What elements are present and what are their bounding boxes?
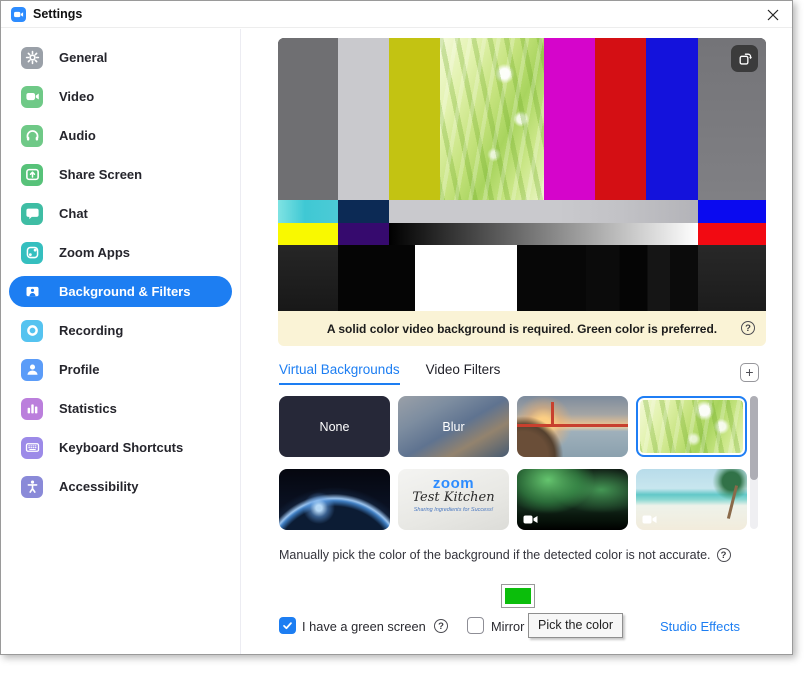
background-thumb-northern-lights[interactable] [517, 469, 628, 530]
sidebar-item-recording[interactable]: Recording [9, 315, 232, 346]
accessibility-icon [21, 475, 43, 498]
mirror-video-checkbox[interactable] [467, 617, 484, 634]
background-thumb-earth-from-space[interactable] [279, 469, 390, 530]
background-thumb-none[interactable]: None [279, 396, 390, 457]
background-thumb-golden-gate-bridge[interactable] [517, 396, 628, 457]
sidebar-item-label: Zoom Apps [59, 245, 131, 260]
sidebar-item-chat[interactable]: Chat [9, 198, 232, 229]
profile-icon [21, 358, 43, 381]
settings-window: Settings General Video Audio Share Scree… [0, 0, 793, 655]
sidebar-item-video[interactable]: Video [9, 81, 232, 112]
zoom-app-icon [11, 7, 26, 22]
pick-color-tooltip: Pick the color [528, 613, 624, 638]
sidebar-item-general[interactable]: General [9, 42, 232, 73]
background-thumb-tropical-beach[interactable] [636, 469, 747, 530]
window-title: Settings [33, 7, 83, 21]
title-bar[interactable]: Settings [1, 1, 792, 28]
color-chip [505, 588, 531, 604]
video-badge-icon [523, 515, 538, 524]
sidebar-item-label: Accessibility [59, 479, 139, 494]
sidebar-item-label: Statistics [59, 401, 117, 416]
thumb-label: None [319, 419, 350, 434]
close-button[interactable] [763, 5, 783, 25]
share-screen-icon [21, 163, 43, 186]
instruction-help-icon[interactable]: ? [716, 548, 731, 562]
sidebar-item-keyboard-shortcuts[interactable]: Keyboard Shortcuts [9, 432, 232, 463]
preview-color-bars-bottom [278, 245, 766, 311]
sidebar-item-zoom-apps[interactable]: Zoom Apps [9, 237, 232, 268]
sidebar-item-label: General [59, 50, 108, 65]
camera-preview-card: A solid color video background is requir… [278, 38, 766, 346]
green-screen-label: I have a green screen [302, 619, 426, 634]
record-icon [21, 319, 43, 342]
manual-color-instruction: Manually pick the color of the backgroun… [279, 548, 766, 562]
close-icon [767, 9, 779, 21]
sidebar-item-label: Background & Filters [59, 284, 191, 299]
background-filters-icon [21, 280, 43, 303]
statistics-icon [21, 397, 43, 420]
rotate-preview-button[interactable] [731, 45, 758, 72]
thumb-label: Blur [442, 419, 465, 434]
camera-preview [278, 38, 766, 311]
green-screen-banner: A solid color video background is requir… [278, 311, 766, 346]
sidebar-item-label: Recording [59, 323, 124, 338]
headphones-icon [21, 124, 43, 147]
preview-color-bars-top [278, 38, 766, 200]
sidebar-item-label: Share Screen [59, 167, 143, 182]
banner-text: A solid color video background is requir… [326, 321, 718, 336]
keyboard-icon [21, 436, 43, 459]
kitchen-logo-zoom: zoom [432, 475, 475, 492]
background-thumb-green-grass[interactable] [636, 396, 747, 457]
instruction-text: Manually pick the color of the backgroun… [279, 548, 711, 562]
chat-bubble-icon [21, 202, 43, 225]
add-background-button[interactable]: + [740, 363, 759, 382]
sidebar-item-label: Video [59, 89, 95, 104]
gear-icon [21, 46, 43, 69]
video-camera-icon [21, 85, 43, 108]
sidebar-item-share-screen[interactable]: Share Screen [9, 159, 232, 190]
thumbnails-scrollbar[interactable] [750, 396, 758, 529]
sidebar-item-label: Keyboard Shortcuts [59, 440, 184, 455]
background-tabs: Virtual Backgrounds Video Filters [279, 362, 500, 385]
video-badge-icon [642, 515, 657, 524]
preview-color-bars-mid1 [278, 200, 766, 223]
options-row: I have a green screen ? Mirror my video … [279, 617, 740, 637]
sidebar-item-profile[interactable]: Profile [9, 354, 232, 385]
banner-help-icon[interactable]: ? [741, 321, 755, 335]
check-icon [283, 622, 292, 630]
desktop: Settings General Video Audio Share Scree… [0, 0, 811, 676]
kitchen-tagline: Sharing Ingredients for Success! [413, 507, 494, 513]
studio-effects-link[interactable]: Studio Effects [660, 619, 740, 634]
tab-video-filters[interactable]: Video Filters [426, 362, 501, 385]
tab-virtual-backgrounds[interactable]: Virtual Backgrounds [279, 362, 400, 385]
sidebar-item-accessibility[interactable]: Accessibility [9, 471, 232, 502]
rotate-icon [739, 53, 752, 65]
sidebar: General Video Audio Share Screen Chat Zo… [1, 29, 241, 654]
kitchen-logo-test-kitchen: Test Kitchen [412, 490, 495, 505]
scrollbar-thumb[interactable] [750, 396, 758, 480]
virtual-background-keyed-region [440, 38, 544, 200]
green-screen-checkbox[interactable] [279, 617, 296, 634]
sidebar-item-label: Audio [59, 128, 96, 143]
sidebar-nav: General Video Audio Share Screen Chat Zo… [9, 42, 232, 502]
sidebar-item-statistics[interactable]: Statistics [9, 393, 232, 424]
sidebar-item-background-filters[interactable]: Background & Filters [9, 276, 232, 307]
green-screen-help-icon[interactable]: ? [434, 619, 448, 633]
zoom-apps-icon [21, 241, 43, 264]
sidebar-item-audio[interactable]: Audio [9, 120, 232, 151]
background-thumb-zoom-test-kitchen[interactable]: zoom Test Kitchen Sharing Ingredients fo… [398, 469, 509, 530]
sidebar-item-label: Chat [59, 206, 88, 221]
preview-color-bars-mid2 [278, 223, 766, 245]
background-color-swatch[interactable] [501, 584, 535, 608]
video-camera-icon [14, 11, 24, 18]
sidebar-item-label: Profile [59, 362, 100, 377]
background-thumb-blur[interactable]: Blur [398, 396, 509, 457]
